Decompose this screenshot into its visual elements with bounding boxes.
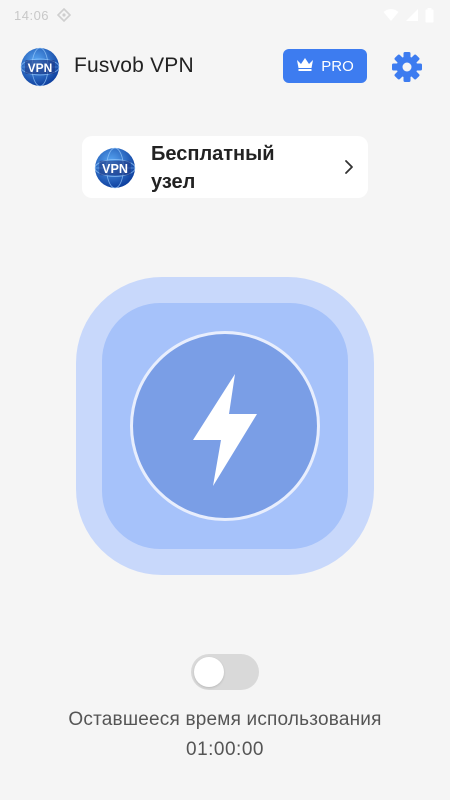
server-flag-text: VPN [102,162,128,176]
battery-icon [425,7,434,23]
connection-toggle[interactable] [191,654,259,690]
pro-button[interactable]: PRO [283,49,367,83]
status-bar: 14:06 [0,0,450,30]
status-left: 14:06 [14,7,72,23]
notification-icon [57,8,72,22]
crown-icon [296,57,314,75]
connect-button-core [130,331,320,521]
vpn-logo-icon: VPN [20,47,60,87]
settings-button[interactable] [390,50,424,84]
remaining-time-label: Оставшееся время использования [68,709,382,730]
connect-button-inner [102,303,348,549]
toggle-knob [194,657,224,687]
pro-label: PRO [321,57,354,75]
app-header: VPN Fusvob VPN PRO [0,44,450,88]
server-selector[interactable]: VPN Бесплатный узел [82,136,368,198]
wifi-icon [383,8,399,22]
gear-icon [392,52,422,82]
chevron-right-icon [344,159,354,175]
app-title: Fusvob VPN [74,54,194,77]
status-time: 14:06 [14,7,50,23]
status-right [383,7,434,23]
remaining-time-value: 01:00:00 [186,739,264,760]
signal-icon [405,8,419,22]
connect-button[interactable] [76,277,374,575]
logo-text: VPN [28,61,53,75]
server-name: Бесплатный узел [151,143,275,193]
vpn-globe-icon: VPN [94,147,136,189]
lightning-bolt-icon [187,374,263,486]
